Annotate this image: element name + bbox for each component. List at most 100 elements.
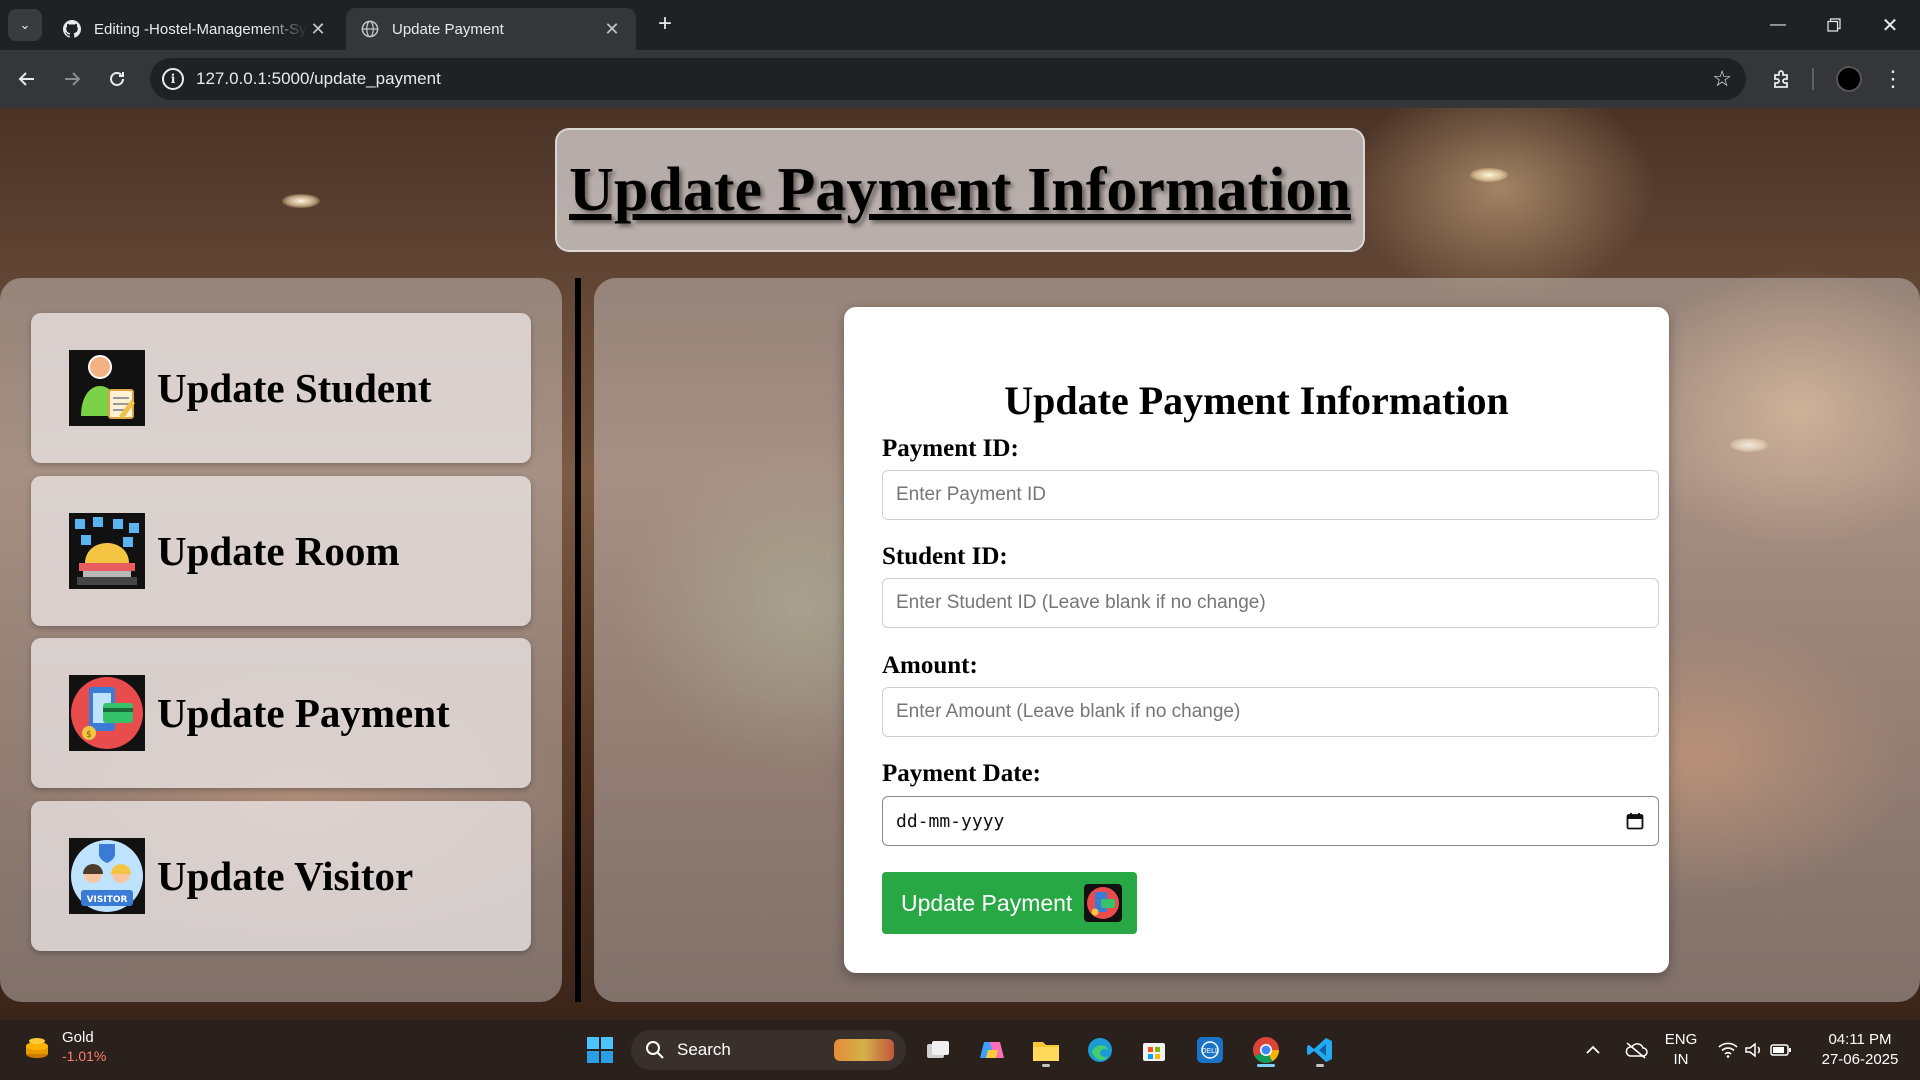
github-icon (62, 19, 82, 39)
sidebar-item-label: Update Room (157, 528, 400, 574)
folder-icon (1033, 1042, 1059, 1061)
start-button[interactable] (580, 1030, 620, 1070)
chrome-button[interactable] (1246, 1030, 1286, 1070)
extensions-button[interactable] (1765, 62, 1799, 96)
puzzle-icon (1774, 70, 1788, 88)
page-header: Update Payment Information (555, 128, 1365, 252)
background-lamp (282, 194, 320, 208)
visitor-icon: VISITOR (69, 838, 145, 914)
task-view-button[interactable] (918, 1030, 958, 1070)
sidebar-item-label: Update Student (157, 365, 432, 411)
sidebar-panel: Update Student Update Room $ Update Paym… (0, 278, 562, 1002)
dell-icon: DELL (1197, 1037, 1223, 1063)
onedrive-tray-icon[interactable] (1618, 1020, 1654, 1080)
amount-input[interactable]: Enter Amount (Leave blank if no change) (882, 687, 1659, 737)
weather-widget[interactable]: Gold -1.01% (22, 1028, 106, 1066)
battery-icon (1770, 1044, 1791, 1056)
avatar-icon (1836, 66, 1862, 92)
dell-button[interactable]: DELL (1190, 1030, 1230, 1070)
restore-icon (1827, 18, 1841, 32)
sidebar-item-update-room[interactable]: Update Room (31, 476, 531, 626)
student-id-input[interactable]: Enter Student ID (Leave blank if no chan… (882, 578, 1659, 628)
clock[interactable]: 04:11 PM 27-06-2025 (1806, 1020, 1914, 1080)
search-label: Search (677, 1040, 731, 1059)
site-info-icon[interactable]: i (162, 68, 184, 90)
close-tab-icon[interactable]: ✕ (602, 19, 622, 40)
store-icon (1143, 1043, 1165, 1061)
url-text: 127.0.0.1:5000/update_payment (196, 69, 441, 88)
task-view-icon (927, 1041, 949, 1058)
minimize-button[interactable]: — (1750, 0, 1806, 50)
arrow-right-icon (65, 72, 81, 86)
new-tab-button[interactable]: + (650, 10, 680, 40)
widget-title: Gold (62, 1029, 94, 1046)
sidebar-item-update-student[interactable]: Update Student (31, 313, 531, 463)
show-hidden-icons-button[interactable] (1578, 1020, 1608, 1080)
close-window-button[interactable]: ✕ (1862, 0, 1918, 50)
browser-toolbar: i 127.0.0.1:5000/update_payment ☆ ⋮ (0, 50, 1920, 108)
minimize-icon: — (1770, 16, 1786, 33)
language-code: ENG (1664, 1031, 1698, 1048)
sidebar-item-label: Update Visitor (157, 853, 414, 899)
payment-id-input[interactable]: Enter Payment ID (882, 470, 1659, 520)
region-code: IN (1673, 1051, 1689, 1068)
address-bar[interactable]: i 127.0.0.1:5000/update_payment ☆ (150, 58, 1746, 100)
page-title: Update Payment Information (569, 155, 1351, 224)
svg-text:$: $ (86, 730, 92, 740)
update-payment-button[interactable]: Update Payment (882, 872, 1137, 934)
search-icon (646, 1041, 664, 1059)
amount-placeholder: Enter Amount (Leave blank if no change) (896, 701, 1241, 722)
volume-icon (1745, 1042, 1761, 1058)
payment-icon (1084, 884, 1123, 922)
edge-icon (1088, 1038, 1112, 1062)
tab-title: Editing -Hostel-Management-System (94, 20, 308, 38)
clock-date: 27-06-2025 (1821, 1051, 1899, 1068)
tab-title: Update Payment (392, 20, 504, 38)
file-explorer-button[interactable] (1026, 1030, 1066, 1070)
quick-settings-button[interactable] (1712, 1020, 1798, 1080)
forward-button[interactable] (55, 62, 89, 96)
tab-search-button[interactable]: ⌄ (8, 9, 42, 41)
svg-text:VISITOR: VISITOR (87, 895, 128, 905)
sidebar-item-update-payment[interactable]: $ Update Payment (31, 638, 531, 788)
taskbar: Gold -1.01% Search DELL ENG IN 04:11 PM … (0, 1020, 1920, 1080)
calendar-icon[interactable] (1626, 812, 1644, 830)
more-vertical-icon: ⋮ (1882, 66, 1904, 91)
form-title: Update Payment Information (1004, 378, 1509, 423)
reload-button[interactable] (100, 62, 134, 96)
payment-date-input[interactable]: dd-mm-yyyy (882, 796, 1659, 846)
taskbar-search[interactable]: Search (631, 1030, 906, 1070)
language-indicator[interactable]: ENG IN (1660, 1020, 1702, 1080)
reload-icon (110, 72, 124, 86)
amount-label: Amount: (882, 652, 978, 679)
profile-avatar[interactable] (1832, 62, 1866, 96)
browser-tab-bar: ⌄ Editing -Hostel-Management-System ✕ Up… (0, 0, 1920, 50)
payment-id-placeholder: Enter Payment ID (896, 484, 1046, 505)
copilot-button[interactable] (972, 1030, 1012, 1070)
chevron-down-icon: ⌄ (19, 17, 31, 32)
restore-button[interactable] (1806, 0, 1862, 50)
copilot-icon (980, 1042, 1004, 1058)
edge-button[interactable] (1080, 1030, 1120, 1070)
back-button[interactable] (10, 62, 44, 96)
close-tab-icon[interactable]: ✕ (308, 19, 328, 40)
close-icon: ✕ (1881, 14, 1899, 37)
sidebar-item-update-visitor[interactable]: VISITOR Update Visitor (31, 801, 531, 951)
chevron-up-icon (1586, 1045, 1600, 1054)
browser-menu-button[interactable]: ⋮ (1876, 62, 1910, 96)
chrome-icon (1253, 1037, 1280, 1064)
vertical-divider (575, 278, 581, 1002)
browser-tab-github[interactable]: Editing -Hostel-Management-System ✕ (48, 8, 342, 50)
store-button[interactable] (1134, 1030, 1174, 1070)
bookmark-star-icon[interactable]: ☆ (1712, 66, 1732, 92)
svg-text:DELL: DELL (1201, 1047, 1219, 1055)
vscode-button[interactable] (1300, 1030, 1340, 1070)
browser-tab-update-payment[interactable]: Update Payment ✕ (346, 8, 636, 50)
background-lamp (1470, 168, 1508, 182)
arrow-left-icon (18, 72, 34, 86)
room-icon (69, 513, 145, 589)
payment-icon: $ (69, 675, 145, 751)
payment-id-label: Payment ID: (882, 435, 1019, 462)
student-icon (69, 350, 145, 426)
globe-icon (360, 19, 380, 39)
